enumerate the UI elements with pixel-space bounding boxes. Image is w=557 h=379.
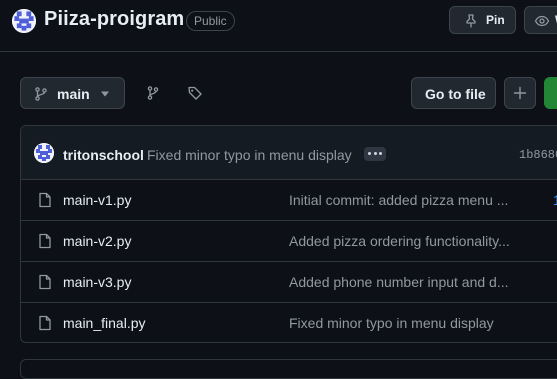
eye-icon	[534, 15, 550, 27]
branch-name: main	[57, 86, 90, 102]
branch-selector[interactable]: main	[20, 77, 125, 109]
identicon-avatar	[34, 143, 54, 163]
repo-name[interactable]: Piiza-proigram	[44, 8, 184, 31]
branches-icon[interactable]	[145, 85, 161, 101]
identicon-avatar	[12, 9, 36, 33]
owner-avatar[interactable]	[12, 9, 36, 33]
commit-hash[interactable]: 1b8680	[519, 148, 557, 162]
file-name[interactable]: main-v1.py	[63, 192, 131, 208]
file-table: tritonschool Fixed minor typo in menu di…	[20, 125, 557, 343]
tag-icon[interactable]	[187, 85, 203, 101]
file-name[interactable]: main-v2.py	[63, 233, 131, 249]
latest-commit-bar: tritonschool Fixed minor typo in menu di…	[21, 126, 557, 180]
git-branch-icon	[35, 87, 47, 101]
chevron-down-icon	[101, 91, 109, 97]
file-commit-message[interactable]: Added phone number input and d...	[289, 274, 513, 290]
kebab-horizontal-icon[interactable]	[364, 147, 386, 161]
readme-panel	[20, 359, 557, 379]
table-row[interactable]: main_final.py Fixed minor typo in menu d…	[21, 303, 557, 342]
plus-icon	[513, 86, 527, 100]
table-row[interactable]: main-v3.py Added phone number input and …	[21, 262, 557, 303]
table-row[interactable]: main-v2.py Added pizza ordering function…	[21, 221, 557, 262]
visibility-badge: Public	[186, 11, 235, 31]
file-icon	[39, 274, 51, 290]
file-icon	[39, 315, 51, 331]
file-commit-message[interactable]: Added pizza ordering functionality...	[289, 233, 513, 249]
commit-author[interactable]: tritonschool	[63, 147, 144, 163]
commit-author-avatar[interactable]	[34, 143, 54, 163]
code-button[interactable]	[544, 77, 557, 109]
go-to-file-button[interactable]: Go to file	[411, 77, 496, 109]
file-icon	[39, 233, 51, 249]
file-commit-age: 1	[553, 192, 557, 208]
file-name[interactable]: main_final.py	[63, 315, 146, 331]
file-commit-message[interactable]: Initial commit: added pizza menu ...	[289, 192, 513, 208]
go-to-file-label: Go to file	[425, 86, 486, 102]
repo-header: Piiza-proigram Public Pin W	[0, 0, 557, 52]
pin-icon	[466, 14, 476, 28]
watch-button[interactable]: W	[524, 6, 557, 34]
pin-label: Pin	[486, 13, 505, 27]
file-name[interactable]: main-v3.py	[63, 274, 131, 290]
pin-button[interactable]: Pin	[449, 6, 516, 34]
file-commit-message[interactable]: Fixed minor typo in menu display	[289, 315, 513, 331]
commit-message[interactable]: Fixed minor typo in menu display	[147, 147, 352, 163]
table-row[interactable]: main-v1.py Initial commit: added pizza m…	[21, 180, 557, 221]
file-icon	[39, 192, 51, 208]
add-file-button[interactable]	[504, 77, 536, 109]
